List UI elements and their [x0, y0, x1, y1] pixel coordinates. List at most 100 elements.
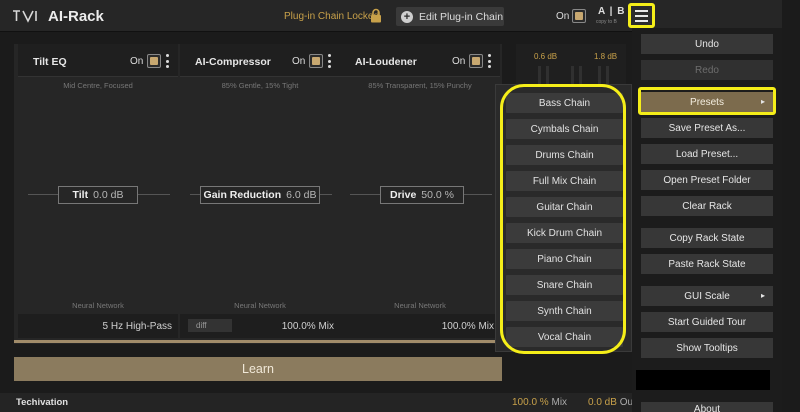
page-background [782, 0, 800, 412]
slot-on-toggle[interactable] [147, 54, 161, 68]
menu-about[interactable]: About [641, 402, 773, 412]
preset-cymbals-chain[interactable]: Cymbals Chain [506, 119, 623, 139]
param-label: Tilt [72, 189, 89, 201]
submenu-arrow-icon: ▸ [760, 97, 765, 106]
edit-plugin-chain-button[interactable]: + Edit Plug-in Chain [396, 7, 504, 26]
learn-button[interactable]: Learn [14, 357, 502, 381]
preset-bass-chain[interactable]: Bass Chain [506, 93, 623, 113]
preset-vocal-chain[interactable]: Vocal Chain [506, 327, 623, 347]
meter-right-value: 1.8 dB [594, 52, 618, 61]
slot-mode-description: 85% Transparent, 15% Punchy [368, 81, 472, 90]
gain-reduction-param-control[interactable]: Gain Reduction 6.0 dB [200, 186, 320, 204]
slot-tilt-eq: Tilt EQ On Mid Centre, Focused Tilt 0.0 … [18, 44, 178, 344]
slot-header: AI-Compressor On [180, 44, 340, 77]
menu-gui-scale-label: GUI Scale [684, 290, 730, 302]
kebab-menu-icon[interactable] [328, 54, 331, 68]
hamburger-icon-line [635, 9, 648, 12]
meter-bar [606, 66, 609, 86]
menu-paste-rack-state[interactable]: Paste Rack State [641, 254, 773, 274]
meter-bar [546, 66, 549, 86]
techivation-logo-icon [12, 7, 42, 25]
plus-circle-icon: + [401, 10, 413, 23]
menu-blank-field [636, 370, 770, 390]
menu-redo[interactable]: Redo [641, 60, 773, 80]
slot-on-label: On [130, 56, 144, 67]
meter-bar [598, 66, 601, 86]
slot-footer: diff 100.0% Mix [180, 314, 340, 338]
menu-presets-label: Presets [690, 96, 724, 108]
menu-show-tooltips[interactable]: Show Tooltips [641, 338, 773, 358]
menu-start-guided-tour[interactable]: Start Guided Tour [641, 312, 773, 332]
menu-undo[interactable]: Undo [641, 34, 773, 54]
global-mix-control[interactable]: 100.0 % Mix [512, 397, 567, 408]
slot-on-label: On [292, 56, 306, 67]
hamburger-icon-line [635, 14, 648, 17]
preset-piano-chain[interactable]: Piano Chain [506, 249, 623, 269]
menu-gui-scale[interactable]: GUI Scale ▸ [641, 286, 773, 306]
highpass-control[interactable]: 5 Hz High-Pass [103, 321, 172, 332]
param-value: 6.0 dB [286, 189, 317, 201]
slot-ai-loudener: AI-Loudener On 85% Transparent, 15% Punc… [340, 44, 500, 344]
slot-header: Tilt EQ On [18, 44, 178, 77]
slot-footer: 5 Hz High-Pass [18, 314, 178, 338]
hamburger-icon-line [635, 19, 648, 22]
submenu-arrow-icon: ▸ [760, 291, 765, 300]
edit-plugin-chain-label: Edit Plug-in Chain [419, 10, 504, 23]
kebab-menu-icon[interactable] [488, 54, 491, 68]
preset-guitar-chain[interactable]: Guitar Chain [506, 197, 623, 217]
slot-title: AI-Compressor [195, 56, 271, 68]
meter-bar [538, 66, 541, 86]
chain-locked-label: Plug-in Chain Locked [284, 11, 380, 22]
menu-save-preset[interactable]: Save Preset As... [641, 118, 773, 138]
kebab-menu-icon[interactable] [166, 54, 169, 68]
slot-ai-compressor: AI-Compressor On 85% Gentle, 15% Tight G… [180, 44, 340, 344]
diff-button[interactable]: diff [188, 319, 232, 332]
output-gain-control[interactable]: 0.0 dB Out [588, 397, 636, 408]
slot-on-toggle[interactable] [309, 54, 323, 68]
param-label: Gain Reduction [203, 189, 282, 201]
preset-snare-chain[interactable]: Snare Chain [506, 275, 623, 295]
meter-bar [571, 66, 574, 86]
menu-open-preset-folder[interactable]: Open Preset Folder [641, 170, 773, 190]
app-title: AI-Rack [48, 8, 104, 25]
presets-submenu: Bass Chain Cymbals Chain Drums Chain Ful… [495, 84, 632, 352]
mix-control[interactable]: 100.0% Mix [282, 321, 334, 332]
slot-mode-description: 85% Gentle, 15% Tight [221, 81, 299, 90]
drive-param-control[interactable]: Drive 50.0 % [380, 186, 464, 204]
menu-presets[interactable]: Presets ▸ [641, 92, 773, 112]
param-label: Drive [390, 189, 417, 201]
slot-title: AI-Loudener [355, 56, 417, 68]
param-value: 50.0 % [421, 189, 454, 201]
ab-compare-button[interactable]: A | B [598, 6, 625, 17]
global-mix-unit: Mix [551, 397, 568, 408]
neural-network-label: Neural Network [394, 301, 446, 310]
menu-clear-rack[interactable]: Clear Rack [641, 196, 773, 216]
tilt-param-control[interactable]: Tilt 0.0 dB [58, 186, 138, 204]
preset-synth-chain[interactable]: Synth Chain [506, 301, 623, 321]
global-mix-value: 100.0 % [512, 397, 549, 408]
slot-title: Tilt EQ [33, 56, 67, 68]
brand-name: Techivation [16, 397, 69, 408]
neural-network-label: Neural Network [234, 301, 286, 310]
global-on-toggle[interactable] [572, 9, 586, 23]
menu-load-preset[interactable]: Load Preset... [641, 144, 773, 164]
rack-bottom-strip [14, 340, 502, 343]
output-gain-value: 0.0 dB [588, 397, 617, 408]
preset-kick-drum-chain[interactable]: Kick Drum Chain [506, 223, 623, 243]
plugin-rack: Tilt EQ On Mid Centre, Focused Tilt 0.0 … [14, 44, 502, 344]
preset-drums-chain[interactable]: Drums Chain [506, 145, 623, 165]
meter-bar [579, 66, 582, 86]
lock-icon[interactable] [370, 8, 382, 23]
param-value: 0.0 dB [93, 189, 124, 201]
preset-full-mix-chain[interactable]: Full Mix Chain [506, 171, 623, 191]
global-on-label: On [556, 11, 570, 22]
slot-footer: 100.0% Mix [340, 314, 500, 338]
mix-control[interactable]: 100.0% Mix [442, 321, 494, 332]
ab-copy-label: copy to B [596, 19, 617, 25]
neural-network-label: Neural Network [72, 301, 124, 310]
main-menu: Undo Redo Presets ▸ Save Preset As... Lo… [632, 28, 782, 412]
hamburger-menu-button[interactable] [628, 3, 655, 28]
meter-left-value: 0.6 dB [534, 52, 558, 61]
menu-copy-rack-state[interactable]: Copy Rack State [641, 228, 773, 248]
slot-on-toggle[interactable] [469, 54, 483, 68]
